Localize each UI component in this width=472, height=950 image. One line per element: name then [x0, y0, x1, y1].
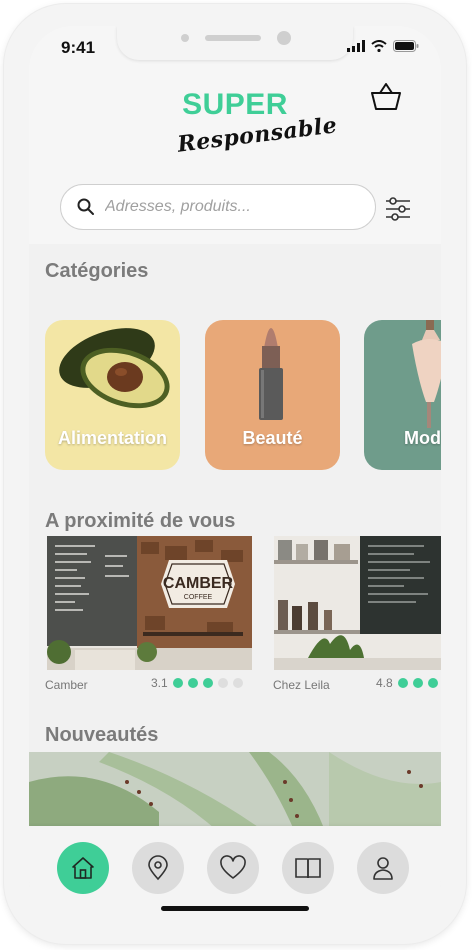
tab-favorites[interactable] [207, 842, 259, 894]
screen: 9:41 SUPER Responsable Adresses, produit… [29, 26, 441, 922]
search-bar[interactable] [60, 184, 376, 230]
cafe-photo [274, 536, 441, 670]
place-image-chez-leila[interactable] [274, 536, 441, 670]
camera-icon [277, 31, 291, 45]
sensor-dot [181, 34, 189, 42]
section-title-categories: Catégories [45, 260, 149, 282]
filter-icon[interactable] [385, 196, 411, 222]
category-card-mode[interactable]: Mod [364, 320, 441, 470]
place-rating-chez-leila: 4.8 [376, 676, 438, 690]
tab-guide[interactable] [282, 842, 334, 894]
cafe-photo: CAMBER COFFEE [47, 536, 252, 670]
basket-icon [371, 83, 401, 110]
tab-map[interactable] [132, 842, 184, 894]
home-indicator [161, 906, 309, 911]
book-icon [295, 858, 321, 879]
category-card-beaute[interactable]: Beauté [205, 320, 340, 470]
place-name: Camber [45, 678, 88, 692]
user-icon [373, 857, 393, 880]
tab-profile[interactable] [357, 842, 409, 894]
battery-icon [393, 40, 419, 52]
place-name: Chez Leila [273, 678, 330, 692]
rating-dot-filled [187, 678, 198, 688]
basket-button[interactable] [369, 82, 403, 112]
search-input[interactable] [103, 197, 347, 217]
rating-dot-filled [427, 678, 438, 688]
category-label: Beauté [242, 428, 303, 448]
section-title-nearby: A proximité de vous [45, 510, 236, 532]
wifi-icon [371, 40, 387, 52]
rating-value: 4.8 [376, 676, 393, 690]
rating-dot-filled [397, 678, 408, 688]
notch [117, 26, 353, 60]
category-label: Alimentation [57, 428, 167, 448]
category-card-alimentation[interactable]: Alimentation [45, 320, 180, 470]
rating-dot-empty [217, 678, 228, 688]
rating-value: 3.1 [151, 676, 168, 690]
speaker [205, 35, 261, 41]
place-rating-camber: 3.1 [151, 676, 243, 690]
coffee-sign-text: COFFEE [184, 594, 213, 601]
home-icon [72, 857, 94, 879]
category-label: Mod [404, 428, 441, 448]
signal-icon [347, 40, 365, 52]
status-time: 9:41 [61, 38, 96, 57]
content-area: Catégories Alimentation Beauté Mod A pro… [29, 244, 441, 844]
place-image-camber[interactable]: CAMBER COFFEE [47, 536, 252, 670]
status-icons [347, 40, 419, 52]
rating-dot-filled [202, 678, 213, 688]
rating-dot-empty [232, 678, 243, 688]
tab-home[interactable] [57, 842, 109, 894]
rating-dot-filled [172, 678, 183, 688]
section-title-new: Nouveautés [45, 724, 159, 746]
camber-sign-text: CAMBER [163, 575, 234, 592]
location-pin-icon [148, 855, 168, 881]
rating-dot-filled [412, 678, 423, 688]
search-icon [77, 198, 94, 215]
heart-icon [220, 855, 246, 879]
